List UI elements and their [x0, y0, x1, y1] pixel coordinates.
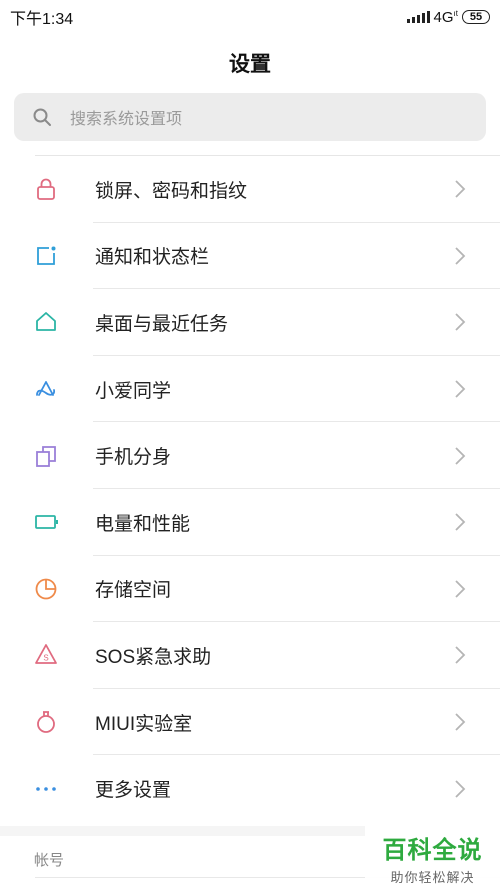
- settings-item-label: 电量和性能: [95, 513, 191, 535]
- page-title: 设置: [229, 53, 271, 76]
- settings-item-label: 更多设置: [95, 780, 172, 802]
- settings-item-label: SOS紧急求助: [95, 646, 212, 668]
- watermark-subtitle: 助你轻松解决: [390, 870, 475, 885]
- lab-icon: [33, 709, 59, 735]
- chevron-right-icon: [455, 580, 466, 598]
- xiaoai-icon: [33, 376, 59, 402]
- chevron-right-icon: [455, 247, 466, 265]
- settings-item-label: 通知和状态栏: [95, 247, 210, 269]
- section-header-account: 帐号: [34, 852, 65, 869]
- chevron-right-icon: [455, 380, 466, 398]
- signal-icon: [406, 11, 430, 23]
- search-input[interactable]: 搜索系统设置项: [14, 93, 486, 141]
- lock-icon: [33, 176, 59, 202]
- watermark-title: 百科全说: [382, 837, 483, 864]
- sos-icon: S: [33, 642, 59, 668]
- status-time: 下午1:34: [10, 11, 74, 28]
- network-type: 4Gıt: [433, 8, 458, 26]
- settings-list: 锁屏、密码和指纹 通知和状态栏 桌面与最近任务 小爱同学 手机分身 电量和性能 …: [0, 155, 500, 822]
- settings-item-label: 手机分身: [95, 447, 172, 469]
- search-icon: [33, 108, 51, 126]
- settings-item-label: 锁屏、密码和指纹: [95, 180, 248, 202]
- settings-item-second-space[interactable]: 手机分身: [0, 422, 500, 489]
- watermark-logo: 百科全说 助你轻松解决: [365, 826, 500, 889]
- status-indicators: 4Gıt 55: [406, 8, 490, 26]
- notification-icon: [33, 243, 59, 269]
- chevron-right-icon: [455, 513, 466, 531]
- settings-item-battery[interactable]: 电量和性能: [0, 489, 500, 556]
- settings-item-label: MIUI实验室: [95, 713, 193, 735]
- storage-icon: [33, 576, 59, 602]
- chevron-right-icon: [455, 180, 466, 198]
- chevron-right-icon: [455, 780, 466, 798]
- more-icon: [33, 776, 59, 802]
- settings-item-label: 小爱同学: [95, 380, 172, 402]
- settings-item-home-screen[interactable]: 桌面与最近任务: [0, 289, 500, 356]
- settings-item-storage[interactable]: 存储空间: [0, 556, 500, 623]
- search-placeholder: 搜索系统设置项: [70, 111, 183, 128]
- settings-item-label: 存储空间: [95, 580, 172, 602]
- chevron-right-icon: [455, 713, 466, 731]
- settings-item-label: 桌面与最近任务: [95, 313, 229, 335]
- chevron-right-icon: [455, 646, 466, 665]
- settings-item-lockscreen[interactable]: 锁屏、密码和指纹: [0, 156, 500, 223]
- status-bar: 下午1:34 4Gıt 55: [0, 0, 500, 34]
- settings-item-more[interactable]: 更多设置: [0, 755, 500, 822]
- chevron-right-icon: [455, 447, 466, 465]
- settings-item-miui-lab[interactable]: MIUI实验室: [0, 689, 500, 756]
- settings-item-xiaoai[interactable]: 小爱同学: [0, 356, 500, 423]
- settings-item-sos[interactable]: S SOS紧急求助: [0, 622, 500, 689]
- second-space-icon: [33, 443, 59, 469]
- chevron-right-icon: [455, 313, 466, 332]
- battery-icon: [33, 509, 59, 535]
- home-icon: [33, 309, 59, 335]
- svg-text:S: S: [43, 654, 48, 663]
- battery-icon: 55: [462, 10, 490, 24]
- settings-item-notifications[interactable]: 通知和状态栏: [0, 223, 500, 290]
